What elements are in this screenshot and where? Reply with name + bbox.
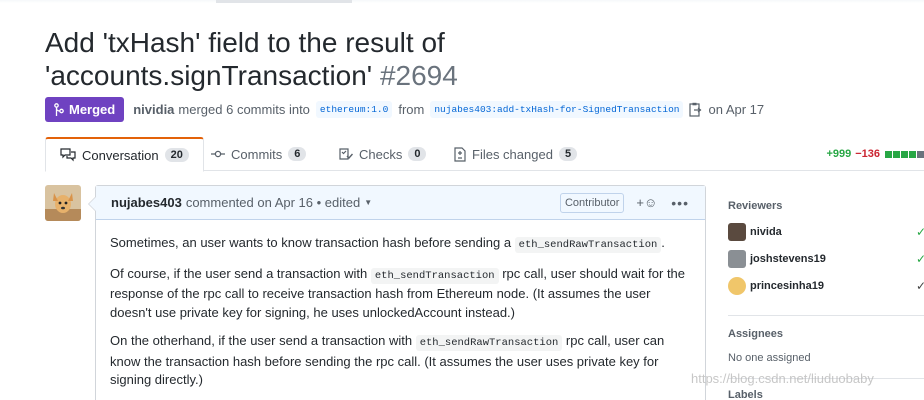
inline-code: eth_sendTransaction [370, 267, 499, 284]
from-text: from [398, 101, 425, 117]
pr-meta: Merged nividia merged 6 commits into eth… [45, 96, 765, 122]
merged-label: Merged [69, 101, 116, 117]
pr-number: #2694 [379, 60, 458, 91]
contributor-badge: Contributor [559, 192, 625, 213]
diffstat-block [909, 150, 916, 158]
commenter-avatar[interactable] [45, 185, 81, 221]
comment-author-link[interactable]: nujabes403 [111, 195, 182, 210]
labels-heading[interactable]: Labels [728, 389, 924, 400]
tab-counter: 6 [288, 147, 307, 161]
tab-counter: 0 [408, 147, 427, 161]
inline-code: eth_sendRawTransaction [415, 335, 563, 351]
reviewer-name: princesinha19 [750, 279, 824, 292]
tab-conversation[interactable]: Conversation 20 [45, 137, 204, 172]
file-diff-icon [454, 146, 466, 162]
comment-body: Sometimes, an user wants to know transac… [96, 220, 705, 390]
tab-label: Commits [231, 146, 283, 162]
pr-author-link[interactable]: nividia [133, 102, 174, 117]
avatar [728, 276, 746, 295]
merge-date: on Apr 17 [708, 101, 765, 117]
comment-paragraph: Of course, if the user send a transactio… [110, 265, 686, 320]
comment-box: nujabes403 commented on Apr 16 • edited … [88, 185, 706, 400]
avatar [728, 249, 746, 268]
clipboard-icon[interactable] [689, 102, 702, 117]
pr-tabs: Conversation 20 Commits 6 Checks 0 Files… [45, 137, 924, 172]
add-reaction-icon[interactable]: +☺ [636, 195, 657, 210]
comment-header: nujabes403 commented on Apr 16 • edited … [96, 186, 705, 220]
check-icon: ✓ [915, 224, 924, 239]
no-assignees-text: No one assigned [728, 352, 811, 364]
checklist-icon [339, 148, 353, 160]
edited-dropdown-icon[interactable]: ▼ [364, 198, 372, 207]
tab-label: Files changed [472, 146, 553, 162]
comment-paragraph: On the otherhand, if the user send a tra… [110, 333, 665, 387]
reviewer-item[interactable]: joshstevens19 ✓ [728, 245, 924, 272]
more-options-icon[interactable]: ••• [671, 195, 689, 211]
head-branch[interactable]: nujabes403:add-txHash-for-SignedTransact… [430, 100, 684, 118]
merged-badge: Merged [45, 96, 125, 122]
check-icon: ✓ [915, 251, 924, 266]
tab-files-changed[interactable]: Files changed 5 [440, 137, 591, 171]
avatar [728, 222, 746, 241]
reviewer-item[interactable]: princesinha19 ✓ [728, 272, 924, 299]
diffstat-blocks [885, 150, 924, 158]
comment-meta[interactable]: commented on Apr 16 • edited [186, 195, 360, 210]
comment-paragraph: Sometimes, an user wants to know transac… [110, 235, 665, 253]
git-merge-icon [54, 102, 64, 116]
top-border [0, 0, 924, 3]
watermark: https://blog.csdn.net/liuduobaby [691, 371, 874, 386]
sidebar: Reviewers nivida ✓ joshstevens19 ✓ princ… [728, 186, 924, 400]
tab-counter: 20 [164, 148, 189, 162]
diffstat-block [893, 150, 900, 158]
header-tab-indicator [216, 0, 352, 3]
diffstat: +999 −136 [826, 137, 924, 171]
reviewer-name: joshstevens19 [750, 252, 826, 265]
merge-text: merged 6 commits into [178, 101, 310, 117]
assignees-heading[interactable]: Assignees [728, 328, 924, 340]
page-title: Add 'txHash' field to the result of 'acc… [45, 26, 605, 92]
inline-code: eth_sendRawTransaction [514, 237, 662, 253]
tab-label: Checks [359, 146, 403, 162]
additions-count: +999 [826, 148, 852, 160]
reviewer-name: nivida [750, 225, 782, 238]
diffstat-block [917, 150, 924, 158]
reviewers-heading[interactable]: Reviewers [728, 200, 924, 212]
comment-discussion-icon [60, 148, 76, 162]
tab-commits[interactable]: Commits 6 [197, 137, 320, 171]
tab-counter: 5 [558, 147, 578, 161]
tab-checks[interactable]: Checks 0 [325, 137, 440, 171]
deletions-count: −136 [855, 148, 880, 160]
sidebar-divider [728, 315, 924, 316]
diffstat-block [885, 150, 892, 158]
base-branch[interactable]: ethereum:1.0 [315, 100, 393, 118]
check-icon: ✓ [915, 278, 924, 293]
diffstat-block [901, 150, 908, 158]
git-commit-icon [211, 150, 225, 158]
tab-label: Conversation [82, 147, 159, 163]
reviewer-item[interactable]: nivida ✓ [728, 218, 924, 245]
